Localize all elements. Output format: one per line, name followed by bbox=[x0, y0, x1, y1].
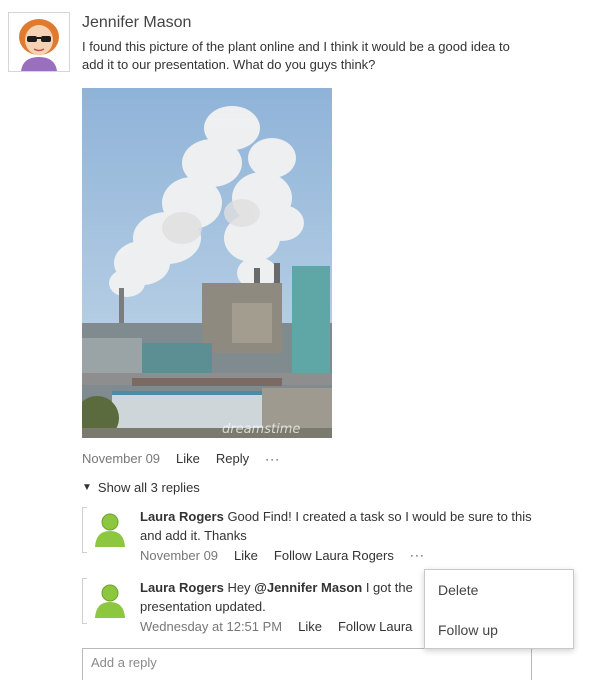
show-replies-label: Show all 3 replies bbox=[97, 480, 200, 495]
reply-item: Laura Rogers Good Find! I created a task… bbox=[82, 507, 542, 571]
menu-item-delete[interactable]: Delete bbox=[438, 582, 478, 598]
reply-link[interactable]: Reply bbox=[216, 451, 249, 466]
reply-date: Wednesday at 12:51 PM bbox=[140, 619, 283, 634]
reply-text-before: Hey bbox=[227, 580, 255, 595]
chevron-down-icon: ▼ bbox=[82, 482, 92, 493]
reply-author[interactable]: Laura Rogers bbox=[140, 509, 224, 524]
reply-date: November 09 bbox=[140, 548, 219, 563]
menu-item-follow-up[interactable]: Follow up bbox=[438, 622, 498, 638]
image-watermark: dreamstime bbox=[222, 422, 300, 437]
reply-avatar[interactable] bbox=[92, 582, 128, 618]
like-link[interactable]: Like bbox=[176, 451, 200, 466]
reply-more-options-icon[interactable]: ··· bbox=[410, 546, 425, 565]
reply-author[interactable]: Laura Rogers bbox=[140, 580, 224, 595]
follow-author-link[interactable]: Follow Laura bbox=[338, 617, 412, 636]
post-image[interactable]: dreamstime bbox=[82, 88, 332, 438]
post-meta-row: November 09 Like Reply ··· bbox=[82, 451, 280, 466]
follow-author-link[interactable]: Follow Laura Rogers bbox=[274, 546, 394, 565]
reply-meta: November 09 Like Follow Laura Rogers ··· bbox=[140, 546, 540, 565]
more-options-icon[interactable]: ··· bbox=[265, 452, 280, 466]
post-author-name[interactable]: Jennifer Mason bbox=[82, 14, 191, 32]
mention-link[interactable]: @Jennifer Mason bbox=[254, 580, 362, 595]
reply-like-link[interactable]: Like bbox=[298, 617, 322, 636]
reply-divider bbox=[82, 507, 87, 553]
show-all-replies-toggle[interactable]: ▼ Show all 3 replies bbox=[82, 480, 200, 495]
author-avatar[interactable] bbox=[8, 12, 70, 72]
add-reply-input[interactable]: Add a reply bbox=[82, 648, 532, 680]
reply-meta: Wednesday at 12:51 PM Like Follow Laura bbox=[140, 617, 430, 636]
post-date: November 09 bbox=[82, 451, 161, 466]
reply-divider bbox=[82, 578, 87, 624]
context-menu: Delete Follow up bbox=[424, 569, 574, 649]
reply-like-link[interactable]: Like bbox=[234, 546, 258, 565]
post-text: I found this picture of the plant online… bbox=[82, 39, 510, 72]
reply-avatar[interactable] bbox=[92, 511, 128, 547]
